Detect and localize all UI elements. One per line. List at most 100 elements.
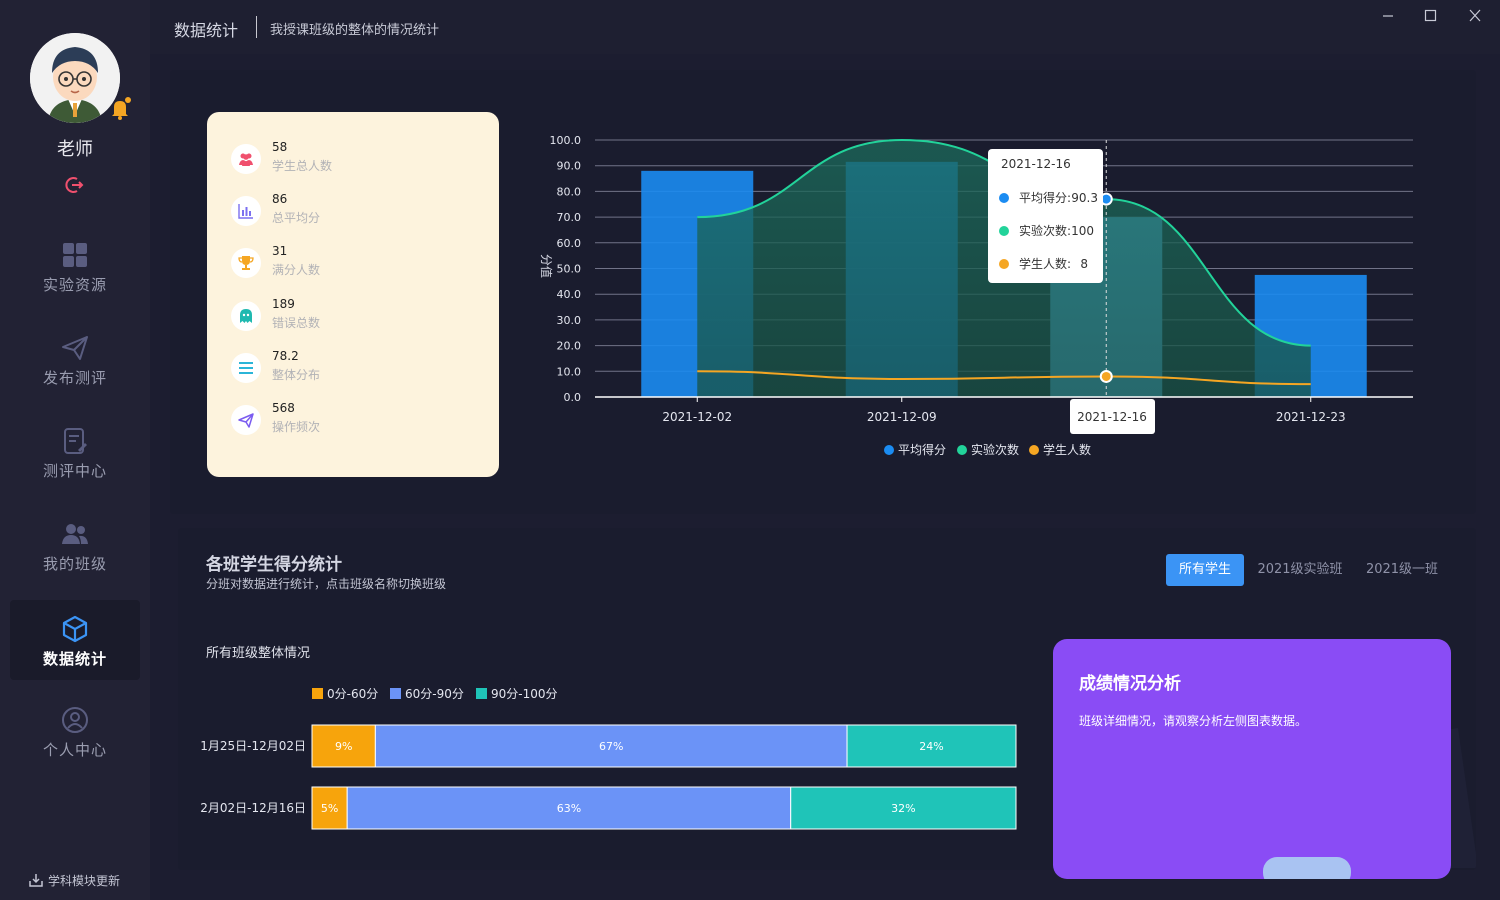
x-axis: 2021-12-02 2021-12-09 2021-12-23 xyxy=(595,396,1413,424)
stat-label: 操作频次 xyxy=(272,420,321,434)
nav-item-my-class[interactable]: 我的班级 xyxy=(10,505,140,585)
subject-update-button[interactable]: 学科模块更新 xyxy=(28,872,120,889)
trend-chart[interactable]: 0.0 10.0 20.0 30.0 40.0 50.0 60.0 70.0 80.0 90.0 1… xyxy=(520,120,1460,480)
trophy-icon xyxy=(231,248,261,278)
analysis-description: 班级详细情况，请观察分析左侧图表数据。 xyxy=(1079,714,1308,728)
tooltip-label: 实验次数: xyxy=(1019,223,1071,238)
legend-label: 90分-100分 xyxy=(491,687,558,701)
nav-item-data-statistics[interactable]: 数据统计 xyxy=(10,600,140,680)
paper-plane-icon xyxy=(60,333,90,363)
chart-tooltip: 2021-12-16 平均得分: 90.3 实验次数: 100 学生人数: 8 xyxy=(988,149,1103,283)
y-axis-label: 分值 xyxy=(539,254,554,278)
legend-marker xyxy=(1029,445,1039,455)
tooltip-value: 8 xyxy=(1080,257,1088,271)
sidebar: 老师 实验资源 发布测评 测评中心 我的班级 数据统计 个人中心 学科模块更新 xyxy=(0,0,150,900)
y-tick-labels: 0.0 10.0 20.0 30.0 40.0 50.0 60.0 70.0 80.0 90.0 1… xyxy=(550,134,582,404)
y-tick-label: 70.0 xyxy=(557,211,582,224)
section-subtitle: 分班对数据进行统计，点击班级名称切换班级 xyxy=(206,577,447,591)
stat-label: 错误总数 xyxy=(272,316,321,330)
tooltip-value: 100 xyxy=(1071,224,1094,238)
users-icon xyxy=(231,144,261,174)
stat-label: 整体分布 xyxy=(272,368,321,382)
stat-error-total: 189 错误总数 xyxy=(231,297,471,341)
tooltip-marker xyxy=(999,226,1009,236)
stat-total-students: 58 学生总人数 xyxy=(231,140,471,184)
paper-plane-icon xyxy=(231,405,261,435)
nav-item-label: 我的班级 xyxy=(42,555,107,573)
title-divider xyxy=(256,16,257,38)
tooltip-label: 学生人数: xyxy=(1019,256,1071,271)
legend-marker xyxy=(957,445,967,455)
stat-operation-frequency: 568 操作频次 xyxy=(231,401,471,445)
document-edit-icon xyxy=(60,426,90,456)
analysis-card: 成绩情况分析 班级详细情况，请观察分析左侧图表数据。 xyxy=(1053,639,1451,879)
download-icon xyxy=(29,874,43,887)
section-title: 各班学生得分统计 xyxy=(206,555,342,575)
tooltip-marker xyxy=(999,193,1009,203)
legend-label: 60分-90分 xyxy=(405,687,464,701)
ghost-icon xyxy=(231,301,261,331)
legend-marker xyxy=(884,445,894,455)
y-tick-label: 50.0 xyxy=(557,263,582,276)
analysis-title: 成绩情况分析 xyxy=(1079,674,1181,694)
tooltip-marker xyxy=(999,259,1009,269)
avatar[interactable] xyxy=(30,33,120,123)
page-title: 数据统计 xyxy=(174,21,239,40)
cube-icon xyxy=(60,614,90,644)
tooltip-label: 平均得分: xyxy=(1019,190,1071,205)
tab-2021-experimental-class[interactable]: 2021级实验班 xyxy=(1254,554,1346,586)
close-icon[interactable] xyxy=(1465,8,1485,24)
axis-pointer-label: 2021-12-16 xyxy=(1070,399,1155,434)
y-tick-label: 0.0 xyxy=(564,391,582,404)
stat-value: 189 xyxy=(272,297,295,311)
maximize-icon[interactable] xyxy=(1420,8,1440,24)
stat-average-score: 86 总平均分 xyxy=(231,192,471,236)
nav-item-label: 实验资源 xyxy=(42,276,107,294)
nav-item-label: 数据统计 xyxy=(42,650,107,668)
stat-full-score: 31 满分人数 xyxy=(231,244,471,288)
legend-label: 0分-60分 xyxy=(327,687,378,701)
nav-item-evaluation-center[interactable]: 测评中心 xyxy=(10,412,140,492)
y-tick-label: 10.0 xyxy=(557,365,582,378)
nav-item-label: 个人中心 xyxy=(42,741,107,759)
stacked-chart-title: 所有班级整体情况 xyxy=(206,646,311,661)
legend-label: 平均得分 xyxy=(898,442,946,457)
stat-value: 31 xyxy=(272,244,288,258)
y-tick-label: 90.0 xyxy=(557,160,582,173)
top-bar: 数据统计 我授课班级的整体的情况统计 xyxy=(150,0,1500,54)
tooltip-title: 2021-12-16 xyxy=(1001,157,1071,171)
users-icon xyxy=(60,519,90,549)
stat-value: 78.2 xyxy=(272,349,299,363)
tab-2021-class-one[interactable]: 2021级一班 xyxy=(1358,554,1446,586)
chart-legend[interactable]: 0分-60分 60分-90分 90分-100分 xyxy=(312,687,558,701)
y-tick-label: 100.0 xyxy=(550,134,582,147)
y-tick-label: 30.0 xyxy=(557,314,582,327)
category-label: 11月25日-12月02日 xyxy=(200,739,306,753)
page-subtitle: 我授课班级的整体的情况统计 xyxy=(270,23,440,38)
decoration-shape xyxy=(1263,857,1351,879)
highlight-point xyxy=(1099,369,1113,383)
x-tick-label: 2021-12-23 xyxy=(1276,410,1346,424)
legend-marker xyxy=(390,688,401,699)
chart-legend[interactable]: 平均得分 实验次数 学生人数 xyxy=(884,442,1091,457)
logout-icon[interactable] xyxy=(64,175,84,195)
score-distribution-chart[interactable]: 0分-60分 60分-90分 90分-100分 11月25日-12月02日 9% 67%… xyxy=(200,680,1030,840)
stat-label: 学生总人数 xyxy=(272,159,333,173)
segment-label: 5% xyxy=(321,802,338,815)
bell-icon[interactable] xyxy=(108,96,134,122)
stat-label: 满分人数 xyxy=(272,263,321,277)
nav-item-label: 发布测评 xyxy=(42,369,107,387)
tab-all-students[interactable]: 所有学生 xyxy=(1166,554,1244,586)
nav-item-personal-center[interactable]: 个人中心 xyxy=(10,691,140,771)
stat-distribution: 78.2 整体分布 xyxy=(231,349,471,393)
nav-item-publish[interactable]: 发布测评 xyxy=(10,319,140,399)
minimize-icon[interactable] xyxy=(1378,8,1398,24)
bar-chart-icon xyxy=(231,196,261,226)
stacked-bars: 11月25日-12月02日 9% 67% 24% 12月02日-12月16日 5% 63% 3… xyxy=(200,724,1017,830)
grid-icon xyxy=(60,240,90,270)
nav-item-label: 测评中心 xyxy=(42,462,107,480)
nav-item-resources[interactable]: 实验资源 xyxy=(10,226,140,306)
y-tick-label: 40.0 xyxy=(557,288,582,301)
tooltip-value: 90.3 xyxy=(1071,191,1098,205)
update-label: 学科模块更新 xyxy=(48,874,121,888)
